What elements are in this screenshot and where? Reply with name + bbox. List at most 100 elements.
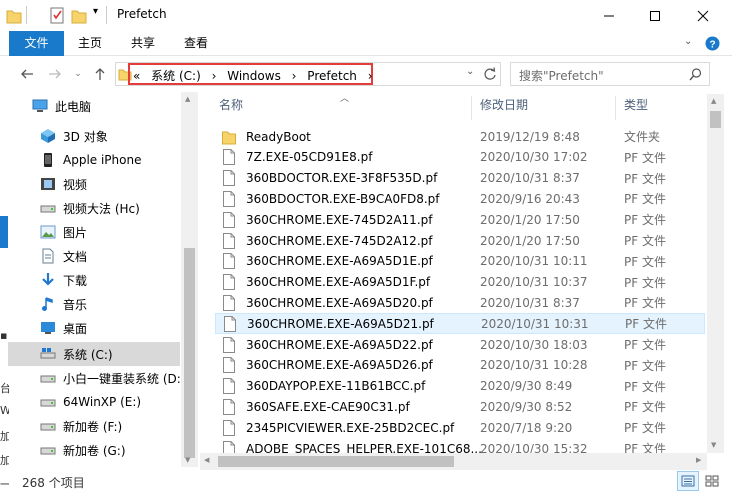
music-icon [42,297,53,311]
ribbon-tabs: 文件 主页 共享 查看 ⌄ ? [0,31,732,56]
file-row[interactable]: 360BDOCTOR.EXE-3F8F535D.pf 2020/10/31 8:3… [215,168,705,189]
file-date: 2020/10/30 18:03 [480,337,588,352]
breadcrumb-overflow[interactable]: « [133,69,140,83]
file-date: 2019/12/19 8:48 [480,129,580,144]
minimize-button[interactable] [586,0,632,31]
arrow-up-icon [95,68,105,80]
file-row[interactable]: 360CHROME.EXE-A69A5D20.pf 2020/10/31 8:37… [215,292,705,313]
up-button[interactable] [91,65,109,83]
scroll-right-icon[interactable]: ▶ [696,456,701,464]
file-row[interactable]: 360CHROME.EXE-A69A5D1E.pf 2020/10/31 10:1… [215,251,705,272]
sidebar-item[interactable]: 视频大法 (Hc) [8,196,180,220]
back-button[interactable] [18,65,36,83]
breadcrumb-separator[interactable]: › [212,69,217,83]
breadcrumb-separator[interactable]: › [368,69,373,83]
tab-share[interactable]: 共享 [123,31,163,56]
file-row[interactable]: 7Z.EXE-05CD91E8.pf 2020/10/30 17:02 PF 文件 [215,147,705,168]
large-icons-view-button[interactable] [701,471,723,491]
file-row[interactable]: 360CHROME.EXE-A69A5D1F.pf 2020/10/31 10:3… [215,272,705,293]
tab-view[interactable]: 查看 [176,31,216,56]
details-view-button[interactable] [677,471,699,491]
help-icon[interactable]: ? [705,36,720,51]
sidebar-item[interactable]: 新加卷 (G:) [8,438,180,462]
download-icon [42,273,54,286]
sidebar-item[interactable]: 文档 [8,244,180,268]
folder-icon [6,10,22,24]
arrow-right-icon [49,69,61,79]
sidebar-item[interactable]: 桌面 [8,316,180,340]
file-name: 360CHROME.EXE-A69A5D1E.pf [246,254,433,269]
phone-icon [44,153,52,167]
sidebar-item[interactable]: 64WinXP (E:) [8,390,180,414]
new-folder-icon[interactable] [71,7,87,25]
forward-button[interactable] [46,65,64,83]
file-icon [223,294,235,311]
sidebar-item-label: 此电脑 [55,99,92,114]
customize-toolbar-icon[interactable]: ▾ [93,6,98,24]
nav-scrollbar-thumb[interactable] [184,248,195,458]
sidebar-item[interactable]: 新加卷 (F:) [8,414,180,438]
file-list-scrollbar[interactable] [707,94,724,453]
sidebar-item[interactable]: 此电脑 [8,94,180,118]
horizontal-scrollbar-thumb[interactable] [218,456,454,467]
tab-file[interactable]: 文件 [9,31,64,56]
sidebar-item[interactable]: 下载 [8,268,180,292]
file-row[interactable]: ReadyBoot 2019/12/19 8:48 文件夹 [215,126,705,147]
sidebar-item[interactable]: 新加卷 (H:) [8,462,180,467]
sidebar-item[interactable]: 音乐 [8,292,180,316]
column-header-date[interactable]: 修改日期 [480,96,528,116]
tab-home[interactable]: 主页 [70,31,110,56]
sidebar-item[interactable]: 小白一键重装系统 (D:) [8,366,185,390]
breadcrumb-separator[interactable]: › [292,69,297,83]
sidebar-item[interactable]: 图片 [8,220,180,244]
search-input[interactable]: 搜索"Prefetch" [510,62,710,86]
background-edge-text: W [0,404,9,417]
sidebar-item[interactable]: 视频 [8,172,180,196]
file-date: 2020/10/30 15:32 [480,441,588,454]
breadcrumb-system-drive[interactable]: 系统 (C:) [151,69,201,83]
address-dropdown-button[interactable]: ⌄ [466,66,474,77]
file-row[interactable]: 2345PICVIEWER.EXE-25BD2CEC.pf 2020/7/18 9… [215,417,705,438]
background-edge-marker: ▪ [0,329,8,342]
background-accent-strip [0,216,8,248]
file-icon [223,357,235,374]
sidebar-item[interactable]: 系统 (C:) [8,342,180,366]
file-row[interactable]: 360CHROME.EXE-A69A5D21.pf 2020/10/31 10:3… [215,313,705,335]
file-row[interactable]: 360CHROME.EXE-745D2A11.pf 2020/1/20 17:50… [215,209,705,230]
column-divider[interactable] [471,96,472,120]
file-name: ReadyBoot [246,129,311,144]
sidebar-item[interactable]: 3D 对象 [8,124,180,148]
scroll-down-icon[interactable]: ▼ [711,441,716,449]
nav-scroll-down-icon[interactable]: ▼ [185,456,190,464]
file-row[interactable]: 360BDOCTOR.EXE-B9CA0FD8.pf 2020/9/16 20:4… [215,188,705,209]
file-name: 360CHROME.EXE-A69A5D20.pf [246,295,433,310]
file-row[interactable]: 360CHROME.EXE-745D2A12.pf 2020/1/20 17:50… [215,230,705,251]
column-header-type[interactable]: 类型 [624,96,648,116]
file-row[interactable]: 360SAFE.EXE-CAE90C31.pf 2020/9/30 8:52 PF … [215,396,705,417]
expand-ribbon-icon[interactable]: ⌄ [684,36,692,47]
file-row[interactable]: 360CHROME.EXE-A69A5D26.pf 2020/10/31 10:2… [215,355,705,376]
file-row[interactable]: 360DAYPOP.EXE-11B61BCC.pf 2020/9/30 8:49 P… [215,376,705,397]
background-edge-text: 加 [0,430,9,443]
file-row[interactable]: ADOBE_SPACES_HELPER.EXE-101C68... 2020/10… [215,438,705,453]
properties-icon[interactable] [49,7,65,25]
nav-scroll-up-icon[interactable]: ▲ [185,95,190,103]
maximize-button[interactable] [632,0,678,31]
file-type: PF 文件 [624,442,666,453]
file-type: PF 文件 [624,358,666,373]
file-row[interactable]: 360CHROME.EXE-A69A5D22.pf 2020/10/30 18:0… [215,334,705,355]
breadcrumb-prefetch[interactable]: Prefetch [307,69,357,83]
file-date: 2020/10/31 10:11 [480,254,588,269]
recent-locations-button[interactable]: ⌄ [69,65,87,83]
file-name: 360CHROME.EXE-A69A5D22.pf [246,337,433,352]
close-button[interactable] [680,0,726,31]
column-header-name[interactable]: 名称 [219,96,243,116]
breadcrumb[interactable]: « 系统 (C:) › Windows › Prefetch › [133,67,380,84]
column-divider[interactable] [615,96,616,120]
breadcrumb-windows[interactable]: Windows [227,69,281,83]
sidebar-item[interactable]: Apple iPhone [8,148,180,172]
file-list-scrollbar-thumb[interactable] [710,111,721,128]
refresh-icon[interactable] [483,67,497,81]
scroll-left-icon[interactable]: ◀ [204,456,209,464]
scroll-up-icon[interactable]: ▲ [711,97,716,105]
